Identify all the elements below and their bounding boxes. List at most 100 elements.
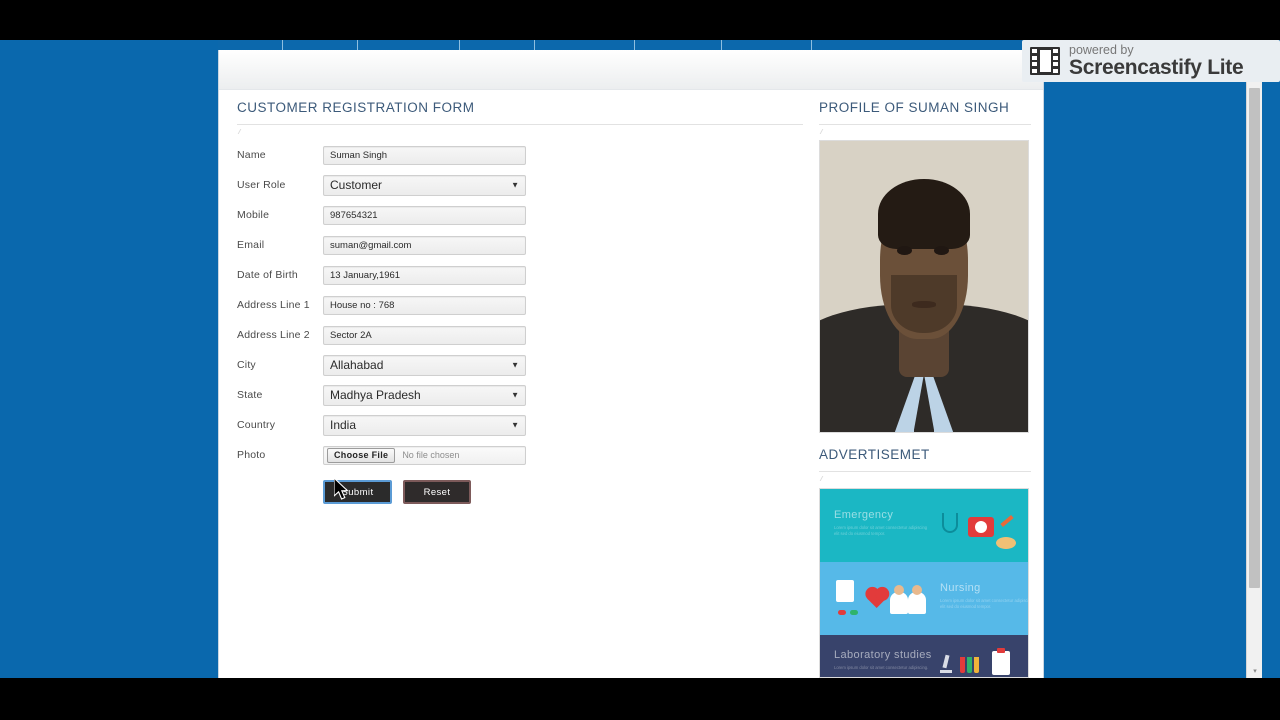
state-select-value: Madhya Pradesh xyxy=(330,387,421,402)
form-title-rule xyxy=(237,124,803,125)
capsule-icon xyxy=(838,610,846,615)
city-select-label: City xyxy=(237,359,256,371)
profile-photo xyxy=(819,140,1029,433)
nurse-avatar-icon xyxy=(890,585,908,614)
advertisement-title-notch xyxy=(819,476,839,481)
heart-icon xyxy=(867,588,887,609)
chevron-down-icon: ▼ xyxy=(511,180,519,190)
nav-item-3[interactable] xyxy=(358,40,460,50)
right-gutter: ▴ ▾ xyxy=(1044,40,1262,678)
advertisement-title-rule xyxy=(819,471,1031,472)
form-row: Date of Birth 13 January,1961 xyxy=(237,260,803,290)
screen-root: CUSTOMER REGISTRATION FORM Name Suman Sin… xyxy=(0,0,1280,720)
ad-panel-nursing[interactable]: Nursing Lorem ipsum dolor sit amet conse… xyxy=(820,562,1028,635)
ad-panel-laboratory[interactable]: Laboratory studies Lorem ipsum dolor sit… xyxy=(820,635,1028,677)
advertisement-title: ADVERTISEMET xyxy=(819,447,930,462)
profile-title: PROFILE OF SUMAN SINGH xyxy=(819,100,1010,115)
test-tube-icon xyxy=(967,657,972,673)
reset-button[interactable]: Reset xyxy=(403,480,471,504)
scrollbar-thumb[interactable] xyxy=(1249,88,1260,588)
content-card: CUSTOMER REGISTRATION FORM Name Suman Sin… xyxy=(218,50,1044,678)
profile-title-notch xyxy=(819,129,839,134)
address-line-2-field[interactable]: Sector 2A xyxy=(323,325,526,345)
card-toolbar xyxy=(219,50,1043,90)
scroll-down-arrow[interactable]: ▾ xyxy=(1247,663,1263,678)
form-row: Name Suman Singh xyxy=(237,140,803,170)
chevron-down-icon: ▼ xyxy=(511,360,519,370)
form-row: Address Line 1 House no : 768 xyxy=(237,290,803,320)
email-field[interactable]: suman@gmail.com xyxy=(323,235,526,255)
clipboard-icon xyxy=(992,648,1010,675)
state-select[interactable]: Madhya Pradesh ▼ xyxy=(323,384,526,406)
capsule-icon xyxy=(850,610,858,615)
ad-panel-nursing-heading: Nursing xyxy=(940,582,981,594)
watermark-product-name: Screencastify Lite xyxy=(1069,55,1244,79)
form-row: City Allahabad ▼ xyxy=(237,350,803,380)
address-line-2-field-label: Address Line 2 xyxy=(237,329,310,341)
ad-panel-emergency-body: Lorem ipsum dolor sit amet consectetur a… xyxy=(834,525,928,536)
user-role-select-value: Customer xyxy=(330,177,383,192)
test-tube-icon xyxy=(960,657,965,673)
city-select[interactable]: Allahabad ▼ xyxy=(323,354,526,376)
doctor-avatar-icon xyxy=(908,585,926,614)
mobile-field-label: Mobile xyxy=(237,209,270,221)
form-row: State Madhya Pradesh ▼ xyxy=(237,380,803,410)
form-row: Address Line 2 Sector 2A xyxy=(237,320,803,350)
chevron-down-icon: ▼ xyxy=(511,420,519,430)
country-select[interactable]: India ▼ xyxy=(323,414,526,436)
country-select-label: Country xyxy=(237,419,276,431)
user-role-select[interactable]: Customer ▼ xyxy=(323,174,526,196)
nav-item-6[interactable] xyxy=(635,40,722,50)
dob-field-label: Date of Birth xyxy=(237,269,298,281)
page-scrollbar[interactable]: ▴ ▾ xyxy=(1246,40,1262,678)
form-fields: Name Suman Singh User Role Customer ▼ Mobile 9… xyxy=(237,140,803,470)
nav-item-1[interactable] xyxy=(218,40,283,50)
ad-panel-nursing-body: Lorem ipsum dolor sit amet consectetur a… xyxy=(940,598,1029,609)
address-line-1-field[interactable]: House no : 768 xyxy=(323,295,526,315)
form-row: Email suman@gmail.com xyxy=(237,230,803,260)
user-role-select-label: User Role xyxy=(237,179,286,191)
form-row: Photo Choose File No file chosen xyxy=(237,440,803,470)
state-select-label: State xyxy=(237,389,263,401)
calendar-icon xyxy=(836,580,854,602)
photo-file-input[interactable]: Choose File No file chosen xyxy=(323,445,526,465)
pills-icon xyxy=(996,537,1016,549)
nav-item-4[interactable] xyxy=(460,40,535,50)
form-title: CUSTOMER REGISTRATION FORM xyxy=(237,100,475,115)
nav-item-2[interactable] xyxy=(283,40,358,50)
film-strip-icon xyxy=(1030,47,1060,75)
microscope-icon xyxy=(938,654,952,673)
syringe-icon xyxy=(1000,514,1014,528)
profile-title-rule xyxy=(819,124,1031,125)
form-row: User Role Customer ▼ xyxy=(237,170,803,200)
profile-column: PROFILE OF SUMAN SINGH ADVERTISEMET Emer… xyxy=(819,100,1031,678)
form-row: Mobile 987654321 xyxy=(237,200,803,230)
screencastify-watermark: powered by Screencastify Lite xyxy=(1022,40,1280,82)
name-field[interactable]: Suman Singh xyxy=(323,145,526,165)
file-status-text: No file chosen xyxy=(402,449,460,460)
watermark-powered-by: powered by xyxy=(1069,42,1134,57)
advertisement-banner[interactable]: Emergency Lorem ipsum dolor sit amet con… xyxy=(819,488,1029,678)
city-select-value: Allahabad xyxy=(330,357,384,372)
form-row: Country India ▼ xyxy=(237,410,803,440)
ad-panel-laboratory-heading: Laboratory studies xyxy=(834,649,932,661)
address-line-1-field-label: Address Line 1 xyxy=(237,299,310,311)
registration-form-column: CUSTOMER REGISTRATION FORM Name Suman Sin… xyxy=(237,100,803,504)
dob-field[interactable]: 13 January,1961 xyxy=(323,265,526,285)
first-aid-kit-icon xyxy=(968,517,994,537)
email-field-label: Email xyxy=(237,239,265,251)
nav-item-7[interactable] xyxy=(722,40,812,50)
form-actions: Submit Reset xyxy=(323,480,803,504)
mobile-field[interactable]: 987654321 xyxy=(323,205,526,225)
form-title-notch xyxy=(237,129,257,134)
ad-panel-emergency[interactable]: Emergency Lorem ipsum dolor sit amet con… xyxy=(820,489,1028,562)
browser-viewport: CUSTOMER REGISTRATION FORM Name Suman Sin… xyxy=(0,40,1280,678)
ad-panel-emergency-heading: Emergency xyxy=(834,509,894,521)
chevron-down-icon: ▼ xyxy=(511,390,519,400)
choose-file-button[interactable]: Choose File xyxy=(327,447,396,463)
ad-panel-laboratory-body: Lorem ipsum dolor sit amet consectetur a… xyxy=(834,665,929,670)
test-tube-icon xyxy=(974,657,979,673)
photo-file-input-label: Photo xyxy=(237,449,266,461)
nav-item-5[interactable] xyxy=(535,40,635,50)
country-select-value: India xyxy=(330,417,357,432)
